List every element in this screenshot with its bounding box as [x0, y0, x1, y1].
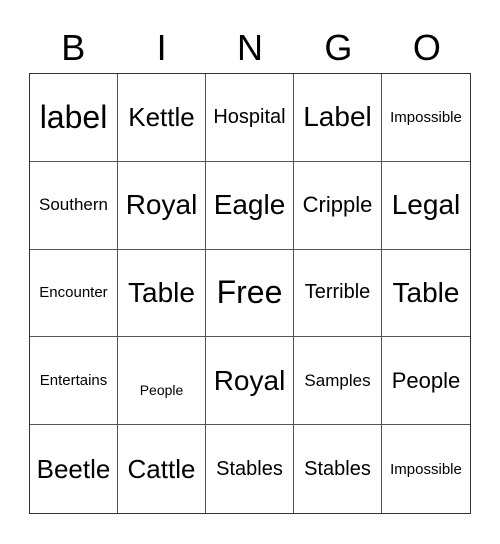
bingo-cell[interactable]: Stables — [294, 425, 382, 513]
bingo-cell[interactable]: Table — [382, 250, 470, 338]
bingo-cell[interactable]: Kettle — [118, 74, 206, 162]
bingo-cell[interactable]: Impossible — [382, 425, 470, 513]
bingo-cell[interactable]: Impossible — [382, 74, 470, 162]
bingo-cell[interactable]: Hospital — [206, 74, 294, 162]
bingo-cell[interactable]: Samples — [294, 337, 382, 426]
bingo-cell[interactable]: People — [118, 337, 206, 426]
header-letter-g: G — [324, 27, 353, 68]
bingo-cell[interactable]: Label — [294, 74, 382, 162]
bingo-cell[interactable]: Entertains — [30, 337, 118, 426]
bingo-cell[interactable]: Royal — [118, 161, 206, 250]
bingo-cell[interactable]: Terrible — [294, 249, 382, 338]
bingo-cell[interactable]: Southern — [30, 161, 118, 250]
bingo-header: B I N G O — [29, 26, 471, 70]
header-letter-i: I — [156, 27, 167, 68]
bingo-cell[interactable]: Eagle — [206, 161, 294, 250]
bingo-cell[interactable]: Cattle — [118, 425, 206, 513]
bingo-cell[interactable]: People — [382, 337, 470, 426]
bingo-cell[interactable]: label — [30, 74, 118, 162]
bingo-grid: label Kettle Hospital Label Impossible S… — [29, 73, 471, 514]
bingo-cell[interactable]: Cripple — [294, 161, 382, 250]
header-letter-b: B — [61, 27, 86, 68]
bingo-cell[interactable]: Encounter — [30, 249, 118, 338]
bingo-cell[interactable]: Beetle — [30, 425, 118, 513]
free-cell[interactable]: Free — [206, 249, 294, 338]
bingo-cell[interactable]: Stables — [206, 425, 294, 513]
bingo-cell[interactable]: Royal — [206, 337, 294, 426]
header-letter-n: N — [237, 27, 264, 68]
header-letter-o: O — [412, 27, 441, 68]
bingo-cell[interactable]: Table — [118, 249, 206, 338]
bingo-cell[interactable]: Legal — [382, 162, 470, 250]
